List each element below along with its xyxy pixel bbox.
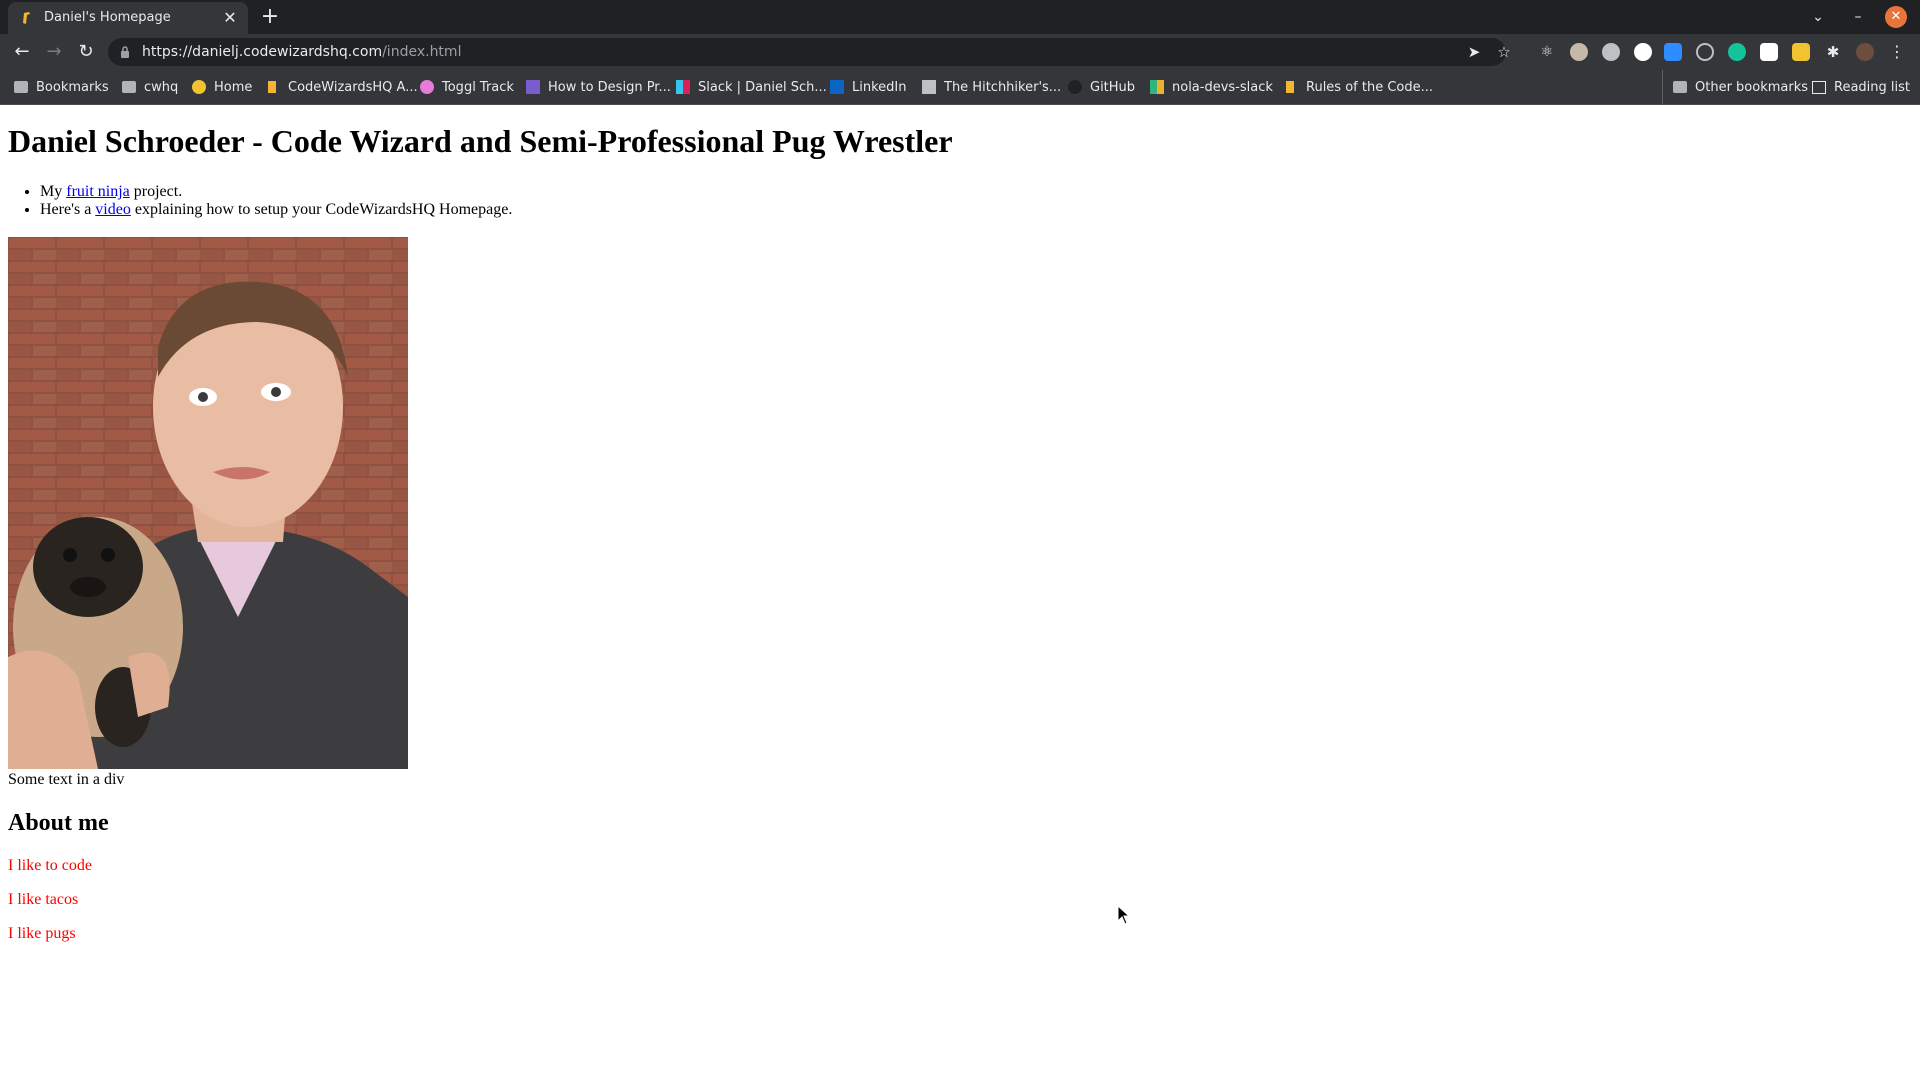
send-icon[interactable]: ➤ xyxy=(1466,44,1482,60)
window-close-button[interactable]: ✕ xyxy=(1885,6,1907,28)
book-favicon xyxy=(922,80,936,94)
tab-title: Daniel's Homepage xyxy=(44,10,171,25)
page-title: Daniel Schroeder - Code Wizard and Semi-… xyxy=(8,123,953,159)
extension-icon[interactable] xyxy=(1570,43,1588,61)
folder-icon xyxy=(14,81,28,93)
menu-kebab-icon[interactable]: ⋮ xyxy=(1888,43,1906,61)
bookmark-label: CodeWizardsHQ A... xyxy=(288,79,418,95)
list-item: My fruit ninja project. xyxy=(40,183,512,201)
url-text: https://danielj.codewizardshq.com/index.… xyxy=(142,44,461,60)
page-content: Daniel Schroeder - Code Wizard and Semi-… xyxy=(0,105,1920,1080)
bookmark-item[interactable]: Toggl Track xyxy=(420,70,514,104)
profile-photo xyxy=(8,237,408,769)
bookmark-label: Rules of the Code... xyxy=(1306,79,1434,95)
other-bookmarks[interactable]: Other bookmarks xyxy=(1662,70,1808,104)
bookmark-label: cwhq xyxy=(144,79,179,95)
grammarly-icon[interactable] xyxy=(1728,43,1746,61)
minimize-button[interactable]: – xyxy=(1846,6,1870,28)
codewizards-favicon xyxy=(23,12,30,24)
linkedin-favicon xyxy=(830,80,844,94)
bookmark-item[interactable]: Slack | Daniel Sch... xyxy=(676,70,827,104)
reading-list[interactable]: Reading list xyxy=(1812,70,1910,104)
react-devtools-icon[interactable]: ⚛ xyxy=(1538,43,1556,61)
about-item: I like tacos xyxy=(8,891,79,908)
bookmark-label: LinkedIn xyxy=(852,79,907,95)
github-favicon xyxy=(1068,80,1082,94)
zoom-icon[interactable] xyxy=(1664,43,1682,61)
about-item: I like to code xyxy=(8,857,92,874)
bookmark-item[interactable]: CodeWizardsHQ A... xyxy=(268,70,418,104)
bookmark-label: Toggl Track xyxy=(442,79,514,95)
bookmark-item[interactable]: LinkedIn xyxy=(830,70,906,104)
home-favicon xyxy=(192,80,206,94)
bookmark-label: GitHub xyxy=(1090,79,1136,95)
bookmark-label: Bookmarks xyxy=(36,79,109,95)
tab-strip: Daniel's Homepage ✕ + ⌄ – ✕ xyxy=(0,0,1920,34)
extension-icon[interactable] xyxy=(1602,43,1620,61)
about-item: I like pugs xyxy=(8,925,76,942)
codewizards-favicon xyxy=(1286,81,1294,93)
new-tab-button[interactable]: + xyxy=(258,6,282,30)
extension-icon[interactable] xyxy=(1792,43,1810,61)
extension-icon[interactable] xyxy=(1760,43,1778,61)
slack-favicon xyxy=(1150,80,1164,94)
list-text: My xyxy=(40,183,67,200)
bookmark-star-icon[interactable]: ☆ xyxy=(1496,44,1512,60)
list-text: Here's a xyxy=(40,201,96,218)
extensions-puzzle-icon[interactable]: ✱ xyxy=(1824,43,1842,61)
tab-search-icon[interactable]: ⌄ xyxy=(1806,6,1830,28)
bookmark-item[interactable]: nola-devs-slack xyxy=(1150,70,1273,104)
bookmark-item[interactable]: Bookmarks xyxy=(14,70,109,104)
bookmark-label: Home xyxy=(214,79,253,95)
bookmarks-bar: Bookmarks cwhq Home CodeWizardsHQ A... T… xyxy=(0,70,1920,105)
reading-list-icon xyxy=(1812,80,1826,94)
address-bar[interactable]: https://danielj.codewizardshq.com/index.… xyxy=(108,38,1511,66)
bookmark-label: nola-devs-slack xyxy=(1172,79,1273,95)
slack-favicon xyxy=(676,80,690,94)
browser-tab[interactable]: Daniel's Homepage ✕ xyxy=(8,2,248,34)
profile-avatar[interactable] xyxy=(1856,43,1874,61)
bookmark-item[interactable]: GitHub xyxy=(1068,70,1135,104)
div-text: Some text in a div xyxy=(8,771,125,788)
bookmark-label: How to Design Pr... xyxy=(548,79,671,95)
bookmark-label: The Hitchhiker's... xyxy=(944,79,1062,95)
bookmark-item[interactable]: Home xyxy=(192,70,252,104)
fruit-ninja-link[interactable]: fruit ninja xyxy=(66,183,130,200)
lock-icon xyxy=(121,46,129,58)
folder-icon xyxy=(1673,81,1687,93)
toggl-favicon xyxy=(420,80,434,94)
other-bookmarks-label: Other bookmarks xyxy=(1695,79,1809,95)
tab-close-icon[interactable]: ✕ xyxy=(220,8,240,28)
url-host: https://danielj.codewizardshq.com xyxy=(142,44,383,60)
url-path: /index.html xyxy=(382,44,462,60)
about-heading: About me xyxy=(8,810,109,836)
toolbar: ← → ↻ https://danielj.codewizardshq.com/… xyxy=(0,34,1920,70)
reload-button[interactable]: ↻ xyxy=(74,41,98,63)
bookmark-item[interactable]: cwhq xyxy=(122,70,178,104)
bookmark-label: Slack | Daniel Sch... xyxy=(698,79,827,95)
codewizards-favicon xyxy=(268,81,276,93)
project-list: My fruit ninja project. Here's a video e… xyxy=(40,183,512,219)
list-text: project. xyxy=(129,183,183,200)
bookmark-item[interactable]: The Hitchhiker's... xyxy=(922,70,1061,104)
forward-button[interactable]: → xyxy=(42,41,66,63)
bookmark-item[interactable]: Rules of the Code... xyxy=(1286,70,1433,104)
back-button[interactable]: ← xyxy=(10,41,34,63)
extension-icon[interactable] xyxy=(1634,43,1652,61)
bookmark-item[interactable]: How to Design Pr... xyxy=(526,70,671,104)
mouse-cursor-icon xyxy=(1117,905,1131,925)
list-item: Here's a video explaining how to setup y… xyxy=(40,201,512,219)
list-text: explaining how to setup your CodeWizards… xyxy=(130,201,513,218)
extension-icon[interactable] xyxy=(1696,43,1714,61)
folder-icon xyxy=(122,81,136,93)
design-favicon xyxy=(526,80,540,94)
video-link[interactable]: video xyxy=(95,201,131,218)
reading-list-label: Reading list xyxy=(1834,79,1910,95)
